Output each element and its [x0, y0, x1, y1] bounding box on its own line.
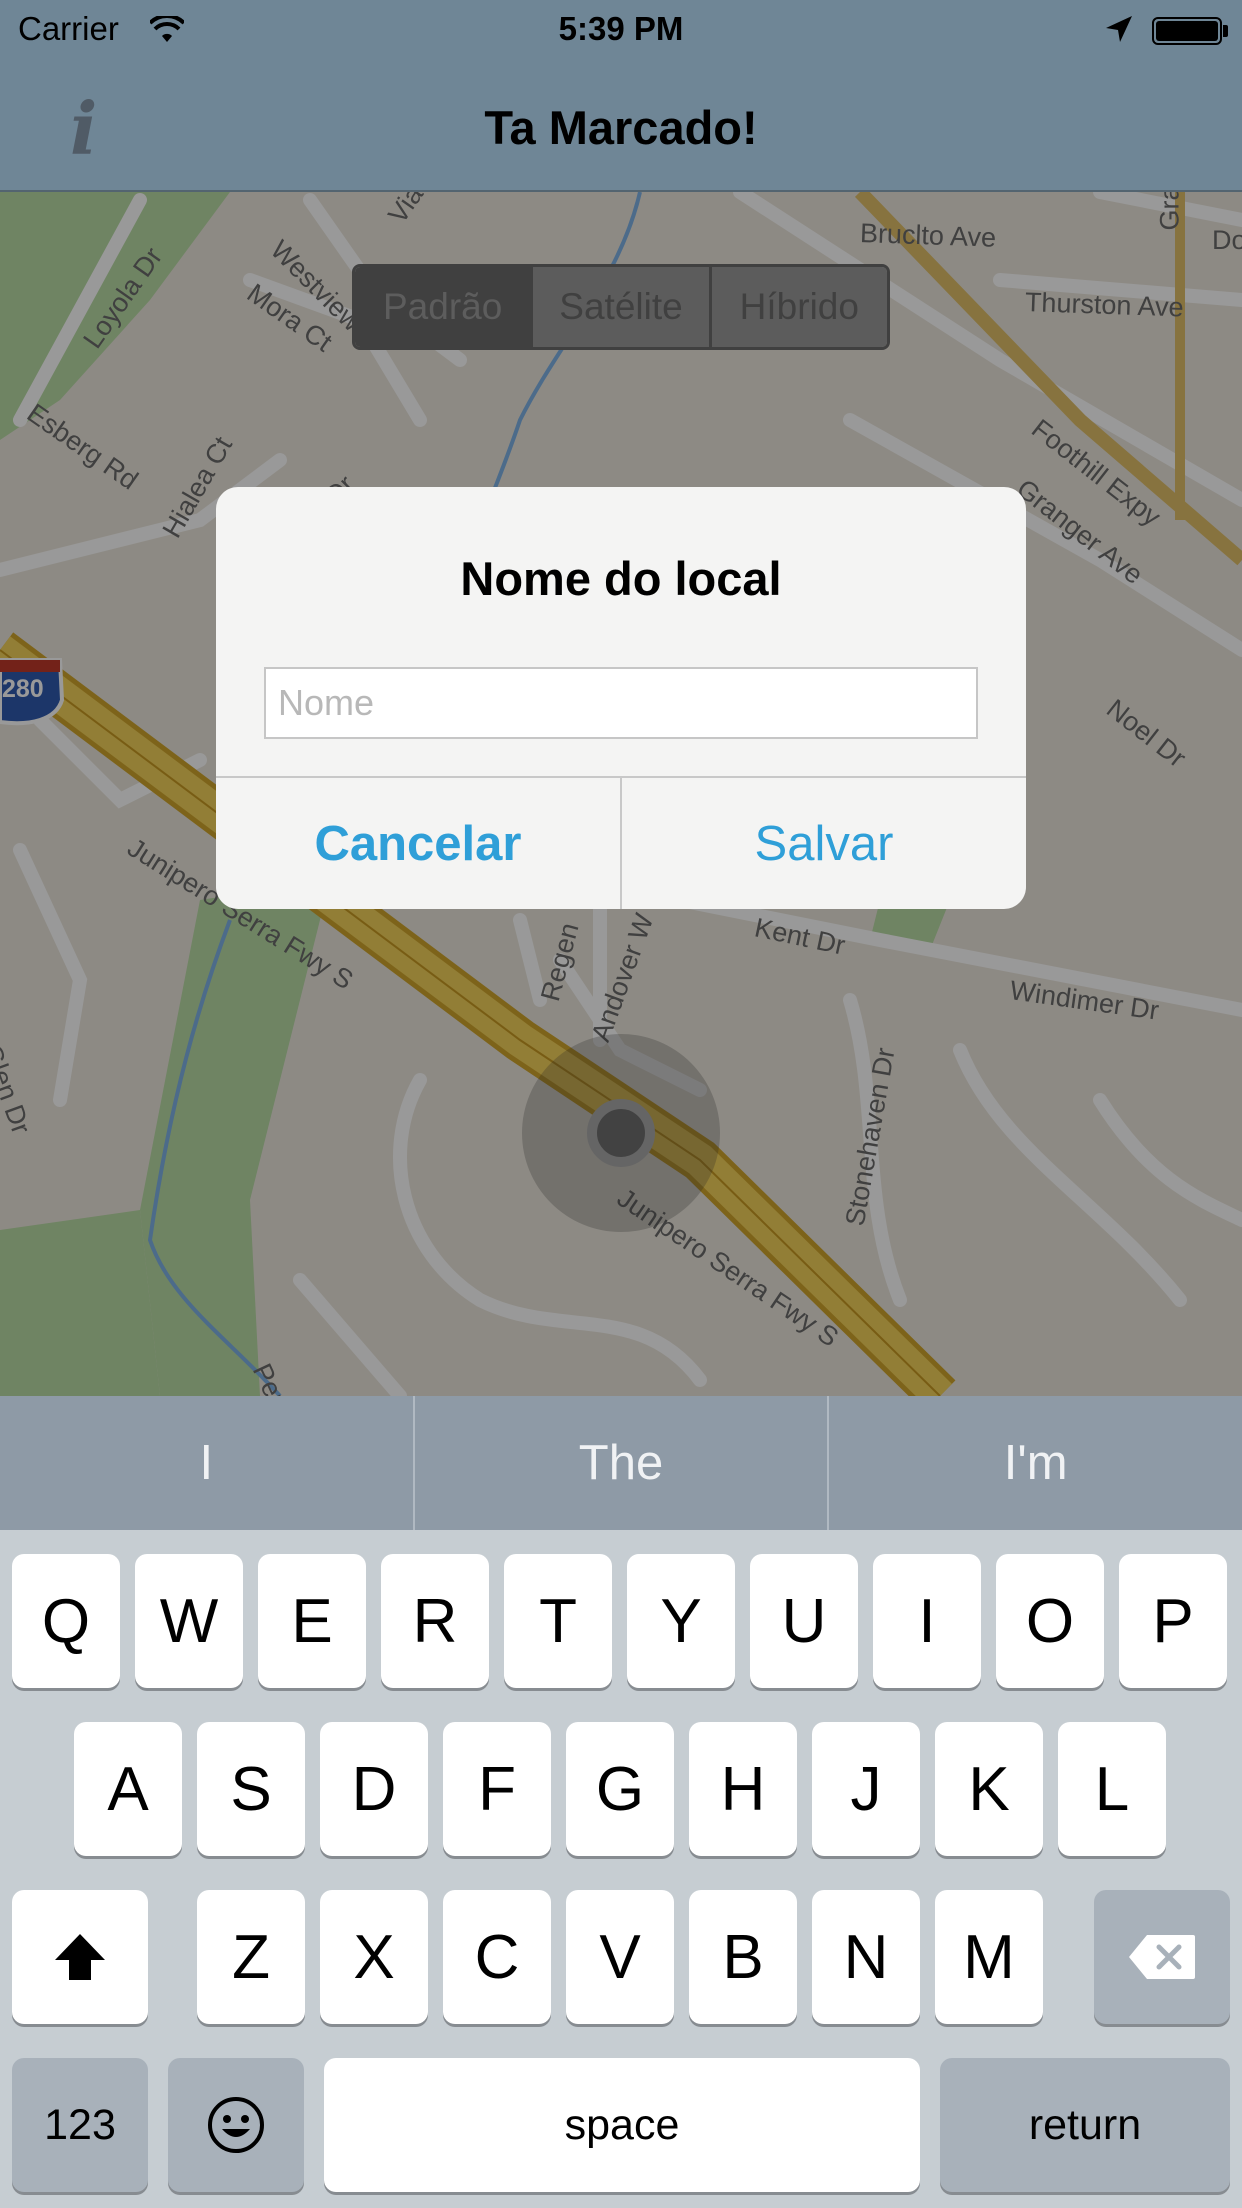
page-title: Ta Marcado! — [484, 101, 758, 154]
key-r[interactable]: R — [381, 1554, 489, 1688]
cancel-button[interactable]: Cancelar — [216, 778, 622, 909]
predictive-text-bar: I The I'm — [0, 1396, 1242, 1530]
key-j[interactable]: J — [812, 1722, 920, 1856]
key-u[interactable]: U — [750, 1554, 858, 1688]
delete-key[interactable] — [1094, 1890, 1230, 2024]
key-n[interactable]: N — [812, 1890, 920, 2024]
key-i[interactable]: I — [873, 1554, 981, 1688]
numbers-key[interactable]: 123 — [12, 2058, 148, 2192]
shift-arrow-icon — [55, 1934, 105, 1980]
key-b[interactable]: B — [689, 1890, 797, 2024]
navigation-bar: i Ta Marcado! — [0, 62, 1242, 192]
key-y[interactable]: Y — [627, 1554, 735, 1688]
suggestion-item[interactable]: The — [412, 1396, 828, 1530]
status-bar: Carrier 5:39 PM — [0, 0, 1242, 62]
key-o[interactable]: O — [996, 1554, 1104, 1688]
emoji-face-icon — [208, 2097, 264, 2153]
key-a[interactable]: A — [74, 1722, 182, 1856]
location-arrow-icon — [1104, 14, 1134, 52]
key-l[interactable]: L — [1058, 1722, 1166, 1856]
alert-button-row: Cancelar Salvar — [216, 776, 1026, 909]
suggestion-item[interactable]: I'm — [827, 1396, 1242, 1530]
save-button[interactable]: Salvar — [622, 778, 1026, 909]
key-m[interactable]: M — [935, 1890, 1043, 2024]
key-c[interactable]: C — [443, 1890, 551, 2024]
key-p[interactable]: P — [1119, 1554, 1227, 1688]
place-name-input[interactable] — [266, 669, 976, 737]
key-e[interactable]: E — [258, 1554, 366, 1688]
suggestion-item[interactable]: I — [0, 1396, 413, 1530]
key-q[interactable]: Q — [12, 1554, 120, 1688]
key-v[interactable]: V — [566, 1890, 674, 2024]
status-time: 5:39 PM — [558, 10, 684, 47]
keyboard: Q W E R T Y U I O P A S D F G H J K L Z … — [0, 1530, 1242, 2208]
key-x[interactable]: X — [320, 1890, 428, 2024]
key-f[interactable]: F — [443, 1722, 551, 1856]
place-name-alert: Nome do local Cancelar Salvar — [216, 487, 1026, 909]
place-name-field[interactable] — [264, 667, 978, 739]
shift-key[interactable] — [12, 1890, 148, 2024]
emoji-key[interactable] — [168, 2058, 304, 2192]
key-s[interactable]: S — [197, 1722, 305, 1856]
key-t[interactable]: T — [504, 1554, 612, 1688]
return-key[interactable]: return — [940, 2058, 1230, 2192]
key-g[interactable]: G — [566, 1722, 674, 1856]
key-h[interactable]: H — [689, 1722, 797, 1856]
battery-cap — [1223, 25, 1228, 37]
battery-icon — [1152, 17, 1222, 45]
key-z[interactable]: Z — [197, 1890, 305, 2024]
delete-backspace-icon — [1129, 1935, 1195, 1979]
key-k[interactable]: K — [935, 1722, 1043, 1856]
key-d[interactable]: D — [320, 1722, 428, 1856]
key-w[interactable]: W — [135, 1554, 243, 1688]
alert-title: Nome do local — [460, 552, 782, 605]
space-key[interactable]: space — [324, 2058, 920, 2192]
